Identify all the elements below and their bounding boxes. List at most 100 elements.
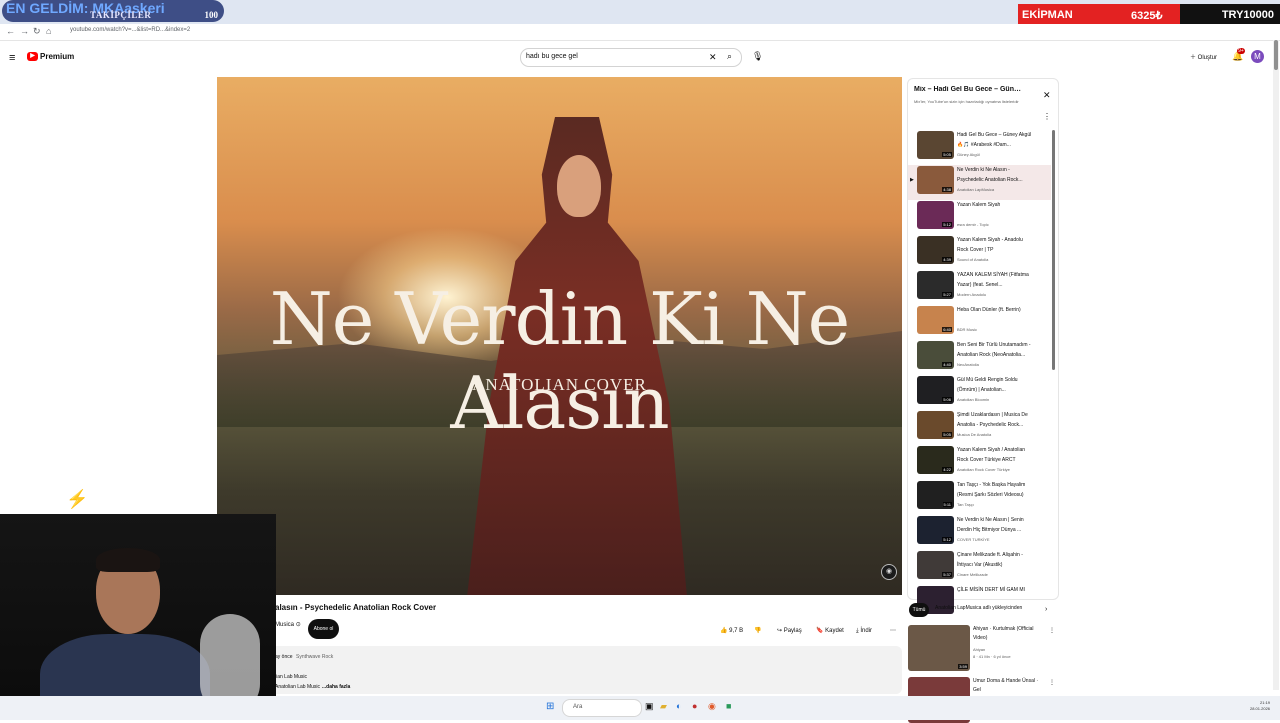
app-icon[interactable]: ■ (726, 701, 731, 711)
playlist-thumbnail[interactable]: 5:12 (917, 201, 954, 229)
search-box[interactable]: hadı bu gece gel ✕ ⌕ (520, 48, 742, 67)
playlist-thumbnail[interactable]: 5:05 (917, 411, 954, 439)
address-bar[interactable]: ← → ↻ ⌂ youtube.com/watch?v=...&list=RD.… (0, 24, 1280, 41)
subscribe-button[interactable]: Abone ol (308, 619, 339, 639)
description-tag[interactable]: Synthwave Rock (296, 654, 333, 660)
playlist-thumbnail[interactable]: 5:05 (917, 131, 954, 159)
playlist-item[interactable]: 5:37 Çinare Melikzade ft. Alişahin - İhti… (908, 550, 1051, 585)
playlist-item-channel[interactable]: esra demir - Topic (957, 222, 1033, 227)
playlist-item-title[interactable]: Gül Mü Geldi Rengin Soldu (Ömrüm) | Anat… (957, 376, 1033, 395)
playlist-thumbnail[interactable]: 4:22 (917, 446, 954, 474)
close-icon[interactable]: ✕ (1043, 90, 1051, 101)
clear-search-icon[interactable]: ✕ (709, 52, 717, 63)
playlist-thumbnail[interactable]: 4:39 (917, 236, 954, 264)
playlist-item-title[interactable]: Yazan Kalem Siyah / Anatolian Rock Cover… (957, 446, 1033, 465)
playlist-thumbnail[interactable]: 4:40 (917, 341, 954, 369)
recommendation-title[interactable]: Umur Doma & Hande Ünsal · Gel (973, 677, 1045, 695)
playlist-item-title[interactable]: YAZAN KALEM SİYAH (Fitfatma Yazar) (feat… (957, 271, 1033, 290)
playlist-item[interactable]: 5:05 Hadi Gel Bu Gece – Güney Akgül 🔥🎵 #A… (908, 130, 1051, 165)
playlist-item[interactable]: 5:12 Ne Verdin ki Ne Alasın | Senin Derdi… (908, 515, 1051, 550)
playlist-thumbnail[interactable]: 5:11 (917, 481, 954, 509)
playlist-item-title[interactable]: Yazan Kalem Siyah (957, 201, 1033, 211)
playlist-item[interactable]: 5:06 Gül Mü Geldi Rengin Soldu (Ömrüm) | … (908, 375, 1051, 410)
playlist-item-channel[interactable]: Sound of Anatolia (957, 257, 1033, 262)
recommendation-channel-name[interactable]: Ahiyan (973, 647, 985, 652)
playlist-item-channel[interactable]: COVER TURKİYE (957, 537, 1033, 542)
opera-icon[interactable]: ● (692, 701, 697, 711)
recommendation-title[interactable]: Ahiyan · Kurtulmak (Official Video) (973, 625, 1045, 643)
playlist-item[interactable]: 4:22 Yazan Kalem Siyah / Anatolian Rock C… (908, 445, 1051, 480)
playlist-item-channel[interactable]: Tan Taşçı (957, 502, 1033, 507)
playlist-thumbnail[interactable]: 5:12 (917, 516, 954, 544)
playlist-scrollbar[interactable] (1052, 130, 1055, 370)
file-explorer-icon[interactable]: ▰ (660, 701, 667, 712)
playlist-item-title[interactable]: Ben Seni Bir Türlü Unutamadım - Anatolia… (957, 341, 1033, 360)
channel-name-text[interactable]: Musica (275, 622, 294, 628)
playlist-thumbnail[interactable]: 4:38 (917, 166, 954, 194)
playlist-item-channel[interactable]: BDR Music (957, 327, 1033, 332)
channel-name[interactable]: Musica ⊙ (275, 621, 301, 628)
playlist-item-title[interactable]: Heba Olan Dünler (ft. Berrin) (957, 306, 1033, 316)
recommendation-item[interactable]: 3:59 Ahiyan · Kurtulmak (Official Video) A… (908, 625, 1055, 671)
playlist-item-channel[interactable]: Musica De Anatolia (957, 432, 1033, 437)
menu-icon[interactable]: ≡ (9, 52, 15, 64)
download-button[interactable]: ⤓ İndir (856, 624, 872, 638)
save-button[interactable]: 🔖 Kaydet (816, 624, 844, 638)
playlist-item[interactable]: 6:40 Heba Olan Dünler (ft. Berrin) BDR Mus… (908, 305, 1051, 340)
playlist-item-channel[interactable]: Güney Akgül (957, 152, 1033, 157)
system-clock[interactable]: 21:19 28.01.2026 (1250, 700, 1270, 712)
playlist-item-title[interactable]: Hadi Gel Bu Gece – Güney Akgül 🔥🎵 #Arabe… (957, 131, 1033, 150)
voice-search-icon[interactable]: 🎙 (752, 51, 763, 62)
playlist-item-title[interactable]: Ne Verdin ki Ne Alasın | Senin Derdin Hi… (957, 516, 1033, 535)
search-input[interactable]: hadı bu gece gel (526, 53, 578, 60)
playlist-thumbnail[interactable]: 5:06 (917, 376, 954, 404)
playlist-item-channel[interactable]: Modern Anadolu (957, 292, 1033, 297)
playlist-item-channel[interactable]: Anatolian Bloomin (957, 397, 1033, 402)
playlist-item[interactable]: 4:39 Yazan Kalem Siyah - Anadolu Rock Cov… (908, 235, 1051, 270)
playlist-item-title[interactable]: Ne Verdin ki Ne Alasın - Psychedelic Ana… (957, 166, 1033, 185)
playlist-thumbnail[interactable]: 5:27 (917, 271, 954, 299)
reload-icon[interactable]: ↻ (33, 26, 41, 37)
playlist-item[interactable]: 5:05 Şimdi Uzaklardasın | Musica De Anato… (908, 410, 1051, 445)
like-button[interactable]: 👍 9,7 B (720, 624, 743, 638)
back-icon[interactable]: ← (6, 26, 15, 36)
avatar[interactable]: M (1251, 50, 1264, 63)
page-scrollbar[interactable] (1273, 40, 1279, 690)
description-more-link[interactable]: ...daha fazla (322, 684, 350, 690)
chrome-icon[interactable]: ◉ (708, 701, 716, 712)
playlist-item-channel[interactable]: NeoAnatolia (957, 362, 1033, 367)
playlist-item[interactable]: 5:27 YAZAN KALEM SİYAH (Fitfatma Yazar) (… (908, 270, 1051, 305)
channel-watermark-icon[interactable]: ◉ (881, 564, 897, 580)
playlist-item[interactable]: 4:40 Ben Seni Bir Türlü Unutamadım - Anat… (908, 340, 1051, 375)
chip-uploader[interactable]: Anatolian LapMusica adlı yükleyicinden (935, 605, 1022, 611)
chip-all[interactable]: Tümü (909, 603, 929, 617)
playlist-item-title[interactable]: Şimdi Uzaklardasın | Musica De Anatolia … (957, 411, 1033, 430)
playlist-more-icon[interactable]: ⋮ (1043, 112, 1051, 121)
search-icon[interactable]: ⌕ (727, 51, 732, 62)
share-button[interactable]: ↪ Paylaş (777, 624, 802, 638)
playlist-item-title[interactable]: Tan Taşçı - Yok Başka Hayalim (Resmi Şar… (957, 481, 1033, 500)
playlist-title[interactable]: Mix – Hadi Gel Bu Gece – Güney... (914, 86, 1024, 93)
scrollbar-thumb[interactable] (1274, 40, 1278, 70)
playlist-item-title[interactable]: Çinare Melikzade ft. Alişahin - İhtiyacı… (957, 551, 1033, 570)
playlist-item[interactable]: ▶ 4:38 Ne Verdin ki Ne Alasın - Psychedeli… (908, 165, 1051, 200)
home-icon[interactable]: ⌂ (46, 26, 51, 36)
create-button[interactable]: ＋ Oluştur (1190, 52, 1217, 61)
playlist-item[interactable]: 5:11 Tan Taşçı - Yok Başka Hayalim (Resmi… (908, 480, 1051, 515)
playlist-item-channel[interactable]: Anatolian LapMusica (957, 187, 1033, 192)
playlist-item[interactable]: ÇİLE MİSİN DERT Mİ GAM MI (908, 585, 1051, 620)
more-options-icon[interactable]: ⋮ (1049, 679, 1055, 686)
edge-icon[interactable]: ◐ (676, 701, 681, 711)
description-box[interactable]: ay önce Synthwave Rock lian Lab Music An… (270, 646, 902, 694)
forward-icon[interactable]: → (20, 26, 29, 36)
more-options-icon[interactable]: ⋮ (1049, 627, 1055, 634)
dislike-button[interactable]: 👎 (754, 624, 761, 638)
taskbar-search[interactable]: Ara (562, 699, 642, 717)
playlist-item-title[interactable]: ÇİLE MİSİN DERT Mİ GAM MI (957, 586, 1033, 596)
playlist-item-channel[interactable]: Cinare Melikzade (957, 572, 1033, 577)
playlist-item-title[interactable]: Yazan Kalem Siyah - Anadolu Rock Cover |… (957, 236, 1033, 255)
video-player[interactable]: Ne Verdin Ki Ne Alasın ANATOLIAN COVER ◉ (217, 77, 902, 595)
playlist-thumbnail[interactable]: 5:37 (917, 551, 954, 579)
playlist-thumbnail[interactable]: 6:40 (917, 306, 954, 334)
recommendation-channel[interactable]: Ahiyan 8 · 41 Mn · 6 yıl önce (973, 646, 1045, 660)
